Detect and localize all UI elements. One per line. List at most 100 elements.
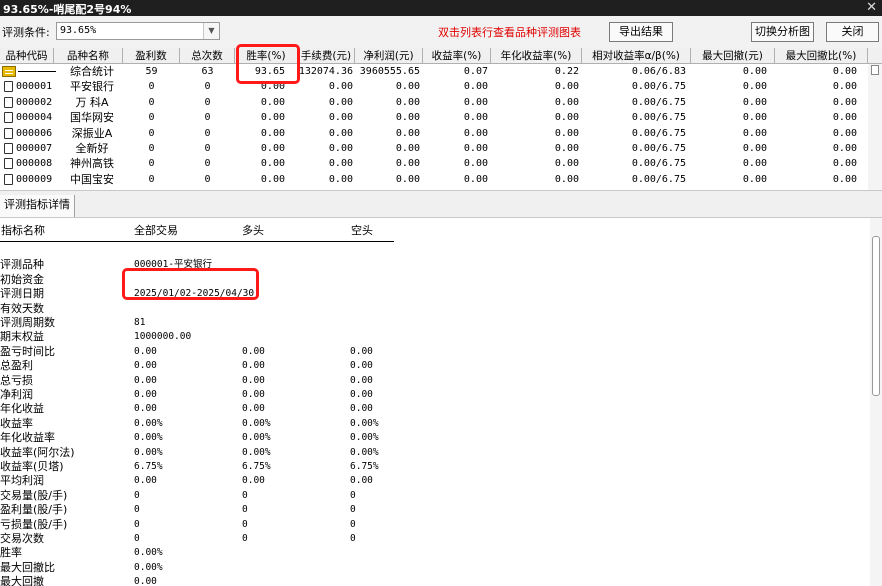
metric-label: 评测日期 <box>0 287 44 301</box>
detail-row: 评测周期数 81 <box>0 316 868 330</box>
metric-long: 0.00 <box>242 374 265 386</box>
cell-win: 0 <box>148 127 155 139</box>
metric-short: 0.00 <box>350 360 373 372</box>
metric-label: 最大回撤比 <box>0 560 55 574</box>
metric-long: 0.00 <box>242 475 265 487</box>
column-header-winrate[interactable]: 胜率(%) <box>235 48 298 64</box>
cell-total: 63 <box>201 66 214 77</box>
cell-net: 0.00 <box>395 112 420 124</box>
table-row[interactable]: 000002 万 科A 0 0 0.00 0.00 0.00 0.00 0.00 0.00/6.7… <box>0 95 868 110</box>
close-icon[interactable]: ✕ <box>866 0 877 15</box>
table-row[interactable]: 000004 国华网安 0 0 0.00 0.00 0.00 0.00 0.00 0.00/6.7… <box>0 110 868 125</box>
cell-relative: 0.00/6.75 <box>631 143 686 154</box>
cell-winrate: 93.65 <box>254 66 285 77</box>
column-header-net[interactable]: 净利润(元) <box>355 48 423 64</box>
column-header-ret[interactable]: 收益率(%) <box>423 48 491 64</box>
detail-row: 有效天数 <box>0 302 868 316</box>
table-row[interactable]: 000009 中国宝安 0 0 0.00 0.00 0.00 0.00 0.00 0.00/6.7… <box>0 172 868 187</box>
cell-maxddr: 0.00 <box>832 143 857 154</box>
cell-net: 0.00 <box>395 173 420 185</box>
metric-long: 0.00 <box>242 389 265 400</box>
cell-net: 0.00 <box>395 158 420 170</box>
table-scrollbar[interactable] <box>868 64 882 190</box>
scrollbar-thumb[interactable] <box>871 65 879 75</box>
column-header-maxddr[interactable]: 最大回撤比(%) <box>775 48 868 64</box>
cell-annual: 0.00 <box>554 143 579 154</box>
cell-total: 0 <box>204 81 211 93</box>
table-row[interactable]: 000008 神州高铁 0 0 0.00 0.00 0.00 0.00 0.00 0.00/6.7… <box>0 156 868 171</box>
table-row[interactable]: 000006 深振业A 0 0 0.00 0.00 0.00 0.00 0.00 0.00/6.7… <box>0 126 868 141</box>
export-button[interactable]: 导出结果 <box>609 22 673 42</box>
metric-all: 0.00% <box>134 547 163 559</box>
column-header-total[interactable]: 总次数 <box>180 48 235 64</box>
summary-row[interactable]: 综合统计 59 63 93.65 132074.36 3960555.65 0.07 0.22… <box>0 64 868 79</box>
cell-code: 000009 <box>16 173 53 185</box>
cell-code: 000006 <box>16 127 53 139</box>
header-divider <box>0 241 394 242</box>
metric-all: 0.00% <box>134 561 163 573</box>
cell-ret: 0.07 <box>463 66 488 77</box>
detail-row: 初始资金 <box>0 273 868 287</box>
cell-maxdd: 0.00 <box>742 127 767 139</box>
document-icon <box>4 112 13 124</box>
metric-label: 评测品种 <box>0 258 44 272</box>
detail-scrollbar-thumb[interactable] <box>872 236 880 396</box>
table-row[interactable]: 000001 平安银行 0 0 0.00 0.00 0.00 0.00 0.00 0.00/6.7… <box>0 79 868 94</box>
cell-winrate: 0.00 <box>260 173 285 185</box>
cell-ret: 0.00 <box>463 81 488 93</box>
cell-fee: 132074.36 <box>298 66 353 77</box>
condition-value: 93.65% <box>60 25 97 36</box>
column-header-code[interactable]: 品种代码 <box>0 48 54 64</box>
metric-short: 0 <box>350 518 356 530</box>
metric-label: 收益率(阿尔法) <box>0 445 75 459</box>
metric-short: 0 <box>350 489 356 501</box>
metric-label: 盈利量(股/手) <box>0 503 68 517</box>
cell-code: 000004 <box>16 112 53 124</box>
detail-row: 收益率(贝塔) 6.75% 6.75% 6.75% <box>0 460 868 474</box>
detail-row: 最大回撤比 0.00% <box>0 561 868 575</box>
detail-row: 盈亏时间比 0.00 0.00 0.00 <box>0 345 868 359</box>
cell-name: 综合统计 <box>70 65 114 78</box>
metric-label: 收益率 <box>0 416 33 430</box>
detail-row: 总亏损 0.00 0.00 0.00 <box>0 374 868 388</box>
column-header-maxdd[interactable]: 最大回撤(元) <box>691 48 775 64</box>
condition-select[interactable]: 93.65% ▼ <box>56 22 220 40</box>
metric-all: 0.00 <box>134 389 157 400</box>
metric-all: 0.00% <box>134 432 163 444</box>
document-icon <box>4 96 13 108</box>
column-header-annual[interactable]: 年化收益率(%) <box>491 48 582 64</box>
cell-maxdd: 0.00 <box>742 143 767 154</box>
cell-maxddr: 0.00 <box>832 127 857 139</box>
cell-win: 0 <box>148 81 155 93</box>
metric-long: 0 <box>242 518 248 530</box>
metric-label: 期末权益 <box>0 330 44 344</box>
cell-win: 0 <box>148 96 155 108</box>
metric-short: 0 <box>350 533 356 544</box>
cell-fee: 0.00 <box>328 112 353 124</box>
cell-name: 万 科A <box>75 95 109 109</box>
table-row[interactable]: 000007 全新好 0 0 0.00 0.00 0.00 0.00 0.00 0.00/6.75… <box>0 141 868 156</box>
cell-fee: 0.00 <box>328 173 353 185</box>
column-header-name[interactable]: 品种名称 <box>54 48 123 64</box>
detail-scrollbar[interactable] <box>870 218 882 586</box>
metric-label: 交易次数 <box>0 532 44 545</box>
close-button[interactable]: 关闭 <box>826 22 879 42</box>
chevron-down-icon[interactable]: ▼ <box>203 23 219 39</box>
cell-code: 000008 <box>16 158 53 170</box>
detail-row: 胜率 0.00% <box>0 546 868 560</box>
metric-long: 0.00% <box>242 432 271 444</box>
metric-long: 0 <box>242 504 248 516</box>
metric-all: 0 <box>134 518 140 530</box>
detail-row: 期末权益 1000000.00 <box>0 330 868 344</box>
cell-annual: 0.00 <box>554 158 579 170</box>
column-header-relative[interactable]: 相对收益率α/β(%) <box>582 48 691 64</box>
metric-all: 2025/01/02-2025/04/30 <box>134 288 255 300</box>
cell-maxdd: 0.00 <box>742 96 767 108</box>
column-header-win[interactable]: 盈利数 <box>123 48 180 64</box>
detail-row: 最大回撤 0.00 <box>0 575 868 586</box>
tab-detail[interactable]: 评测指标详情 <box>0 195 75 217</box>
switch-chart-button[interactable]: 切换分析图 <box>751 22 814 42</box>
cell-net: 0.00 <box>395 96 420 108</box>
column-header-fee[interactable]: 手续费(元) <box>298 48 355 64</box>
cell-win: 0 <box>148 173 155 185</box>
